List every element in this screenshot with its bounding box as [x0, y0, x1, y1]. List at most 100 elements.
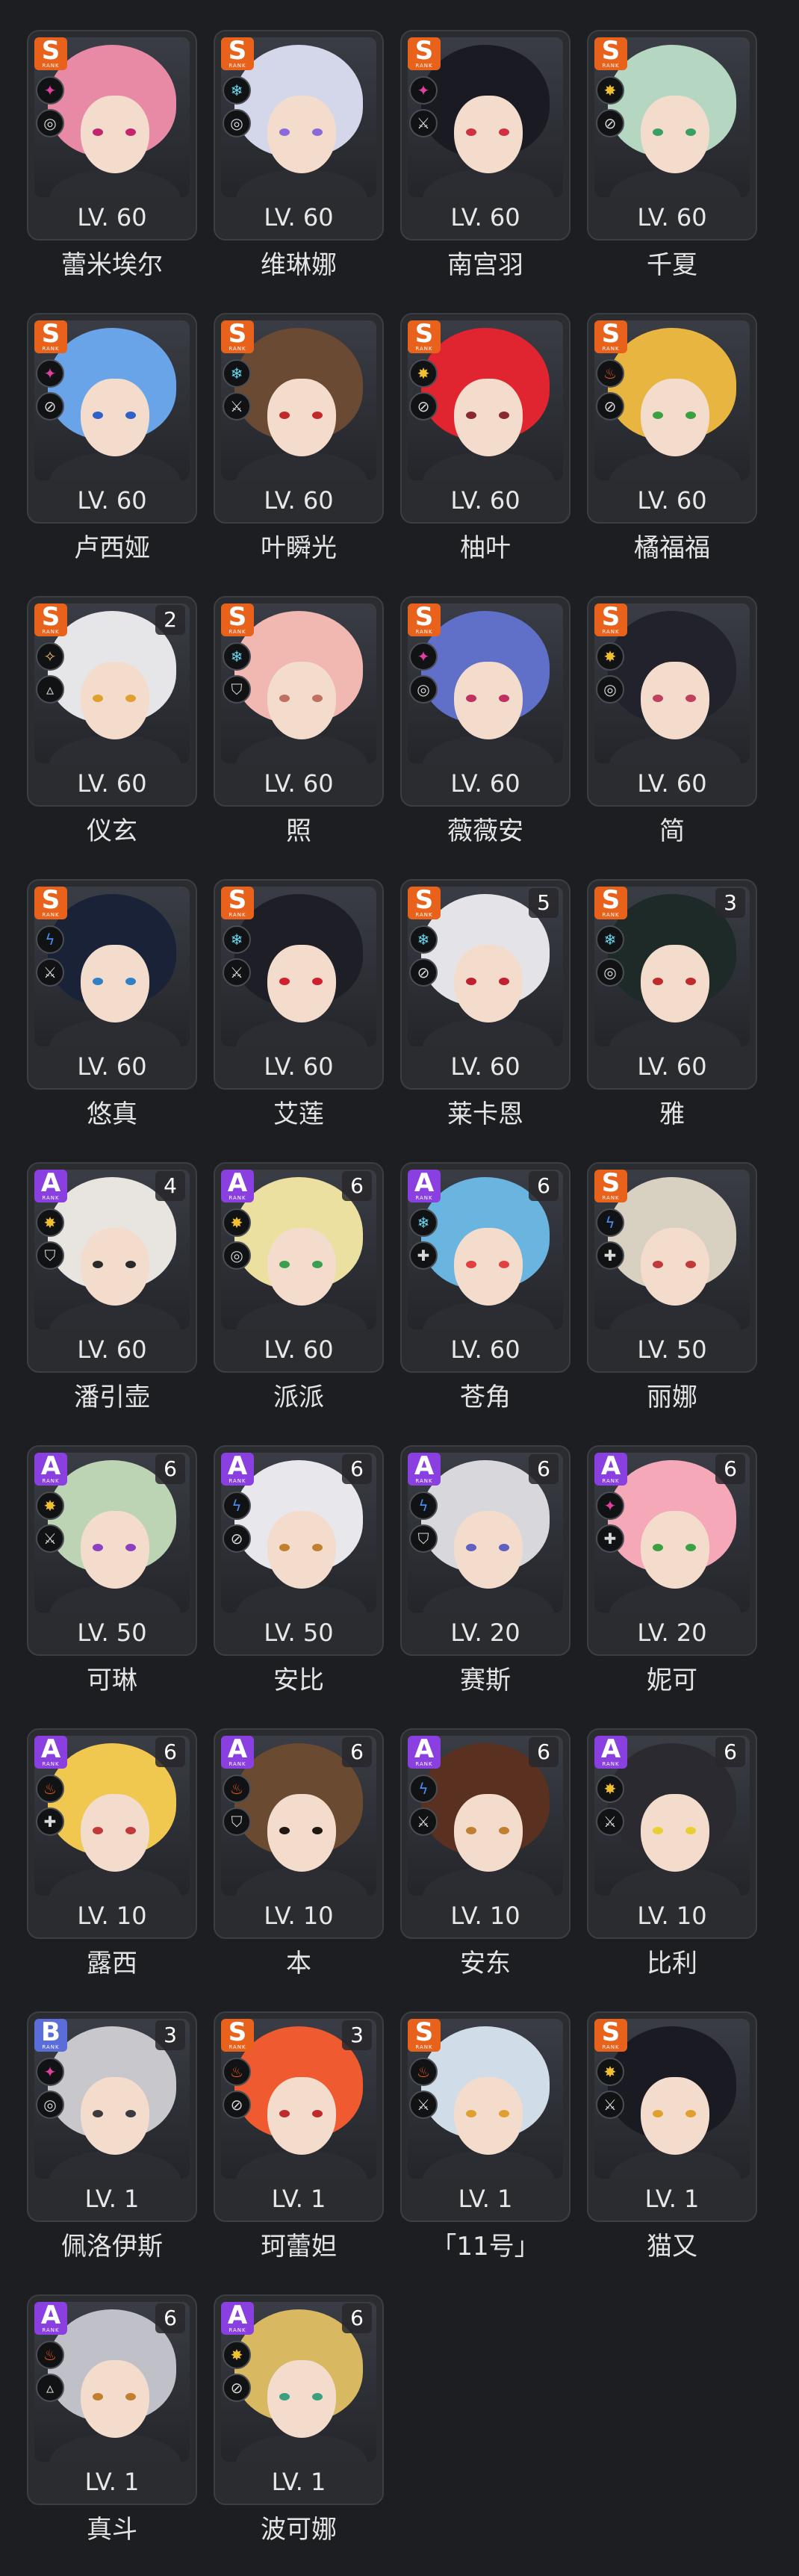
rank-label: RANK [42, 629, 60, 635]
portrait-eye [312, 1827, 323, 1834]
rank-label: RANK [42, 1761, 60, 1767]
anomaly-icon: ◎ [223, 109, 251, 137]
stun-icon: ⊘ [36, 392, 64, 420]
mindscape-count: 2 [155, 605, 185, 635]
rank-letter: S [228, 885, 247, 915]
rank-letter: A [227, 1734, 248, 1764]
character-card[interactable]: A RANK ♨ ✚ 6 LV. 10 [27, 1728, 197, 1939]
character-card[interactable]: A RANK ϟ ⊘ 6 LV. 50 [214, 1445, 384, 1656]
character-card[interactable]: A RANK ✸ ⚔ 6 LV. 50 [27, 1445, 197, 1656]
character-level: LV. 60 [637, 486, 707, 515]
character-card[interactable]: A RANK ✦ ✚ 6 LV. 20 [587, 1445, 757, 1656]
character-card[interactable]: A RANK ♨ ⛉ 6 LV. 10 [214, 1728, 384, 1939]
character-card[interactable]: A RANK ❄ ✚ 6 LV. 60 [400, 1162, 571, 1373]
attack-icon: ⚔ [36, 958, 64, 987]
attack-icon: ⚔ [223, 392, 251, 420]
character-level: LV. 60 [637, 203, 707, 232]
character-card[interactable]: A RANK ✸ ⛉ 4 LV. 60 [27, 1162, 197, 1373]
rank-label: RANK [42, 912, 60, 918]
character-name: 仪玄 [87, 816, 137, 846]
character-card[interactable]: S RANK ❄ ⚔ LV. 60 [214, 879, 384, 1090]
rank-badge: A RANK [221, 2302, 254, 2335]
character-card[interactable]: A RANK ✸ ◎ 6 LV. 60 [214, 1162, 384, 1373]
mindscape-count: 6 [529, 1737, 559, 1767]
character-level: LV. 60 [264, 203, 334, 232]
character-card[interactable]: S RANK ϟ ⚔ LV. 60 [27, 879, 197, 1090]
ice-icon: ❄ [409, 1208, 438, 1237]
portrait-face [267, 2077, 336, 2155]
rank-label: RANK [42, 346, 60, 352]
character-card[interactable]: S RANK ✸ ⊘ LV. 60 [587, 30, 757, 240]
rank-label: RANK [228, 1195, 246, 1201]
rank-label: RANK [415, 1478, 433, 1484]
character-name: 简 [659, 816, 685, 846]
portrait-face [641, 379, 709, 456]
mindscape-count: 6 [342, 1737, 372, 1767]
character-card[interactable]: S RANK ❄ ◎ LV. 60 [214, 30, 384, 240]
character-card[interactable]: S RANK ♨ ⊘ 3 LV. 1 [214, 2011, 384, 2222]
portrait-eye [93, 1261, 103, 1268]
rank-label: RANK [415, 346, 433, 352]
character-card[interactable]: S RANK ✧ ▵ 2 LV. 60 [27, 596, 197, 807]
character-card[interactable]: A RANK ✸ ⊘ 6 LV. 1 [214, 2294, 384, 2505]
rank-badge: A RANK [594, 1453, 627, 1486]
character-name: 安东 [460, 1949, 511, 1978]
character-card[interactable]: S RANK ❄ ⛉ LV. 60 [214, 596, 384, 807]
portrait-eye [125, 128, 136, 136]
anomaly-icon: ◎ [36, 2091, 64, 2119]
character-level: LV. 50 [637, 1335, 707, 1364]
portrait-eye [279, 1261, 290, 1268]
character-card[interactable]: S RANK ❄ ⊘ 5 LV. 60 [400, 879, 571, 1090]
portrait-face [81, 2360, 149, 2438]
character-card[interactable]: A RANK ϟ ⛉ 6 LV. 20 [400, 1445, 571, 1656]
character-card[interactable]: S RANK ✸ ⊘ LV. 60 [400, 313, 571, 524]
character-name: 悠真 [87, 1099, 137, 1129]
character-card[interactable]: S RANK ✦ ◎ LV. 60 [27, 30, 197, 240]
attack-icon: ⚔ [409, 109, 438, 137]
stun-icon: ⊘ [409, 958, 438, 987]
rank-badge: S RANK [34, 887, 67, 919]
character-card[interactable]: A RANK ♨ ▵ 6 LV. 1 [27, 2294, 197, 2505]
defense-icon: ⛉ [409, 1524, 438, 1553]
character-card[interactable]: S RANK ✦ ⊘ LV. 60 [27, 313, 197, 524]
rank-badge: S RANK [594, 37, 627, 70]
character-grid: S RANK ✦ ◎ LV. 60 蕾米埃尔 S RANK ❄ ◎ LV. 60 维琳娜 S RANK ✦ ⚔… [0, 0, 799, 2576]
character-name: 比利 [647, 1949, 697, 1978]
portrait-eye [279, 412, 290, 419]
portrait-eye [466, 1827, 476, 1834]
character-card[interactable]: B RANK ✦ ◎ 3 LV. 1 [27, 2011, 197, 2222]
ice-icon: ❄ [596, 925, 624, 954]
ice-icon: ❄ [409, 925, 438, 954]
character-card[interactable]: S RANK ϟ ✚ LV. 50 [587, 1162, 757, 1373]
character-card[interactable]: S RANK ♨ ⚔ LV. 1 [400, 2011, 571, 2222]
physical-icon: ✸ [223, 2341, 251, 2369]
character-card[interactable]: S RANK ✸ ◎ LV. 60 [587, 596, 757, 807]
rank-badge: A RANK [221, 1170, 254, 1202]
character-card[interactable]: S RANK ✦ ◎ LV. 60 [400, 596, 571, 807]
portrait-eye [312, 412, 323, 419]
portrait-eye [312, 1544, 323, 1551]
portrait-face [641, 662, 709, 739]
character-card[interactable]: S RANK ✦ ⚔ LV. 60 [400, 30, 571, 240]
rank-badge: A RANK [221, 1453, 254, 1486]
portrait-eye [125, 1827, 136, 1834]
character-name: 苍角 [460, 1382, 511, 1412]
character-card[interactable]: S RANK ♨ ⊘ LV. 60 [587, 313, 757, 524]
character-card[interactable]: S RANK ❄ ◎ 3 LV. 60 [587, 879, 757, 1090]
character-card[interactable]: A RANK ✸ ⚔ 6 LV. 10 [587, 1728, 757, 1939]
character-card[interactable]: A RANK ϟ ⚔ 6 LV. 10 [400, 1728, 571, 1939]
mindscape-count: 6 [529, 1454, 559, 1484]
portrait-eye [125, 2110, 136, 2117]
character-name: 千夏 [647, 250, 697, 280]
character-level: LV. 60 [264, 1052, 334, 1081]
character-card[interactable]: S RANK ✸ ⚔ LV. 1 [587, 2011, 757, 2222]
mindscape-count: 6 [715, 1737, 745, 1767]
rank-badge: S RANK [594, 320, 627, 353]
rank-badge: S RANK [221, 603, 254, 636]
portrait-eye [466, 2110, 476, 2117]
rank-letter: S [414, 602, 434, 632]
rank-label: RANK [415, 63, 433, 69]
portrait-eye [93, 128, 103, 136]
portrait-eye [93, 1827, 103, 1834]
character-card[interactable]: S RANK ❄ ⚔ LV. 60 [214, 313, 384, 524]
